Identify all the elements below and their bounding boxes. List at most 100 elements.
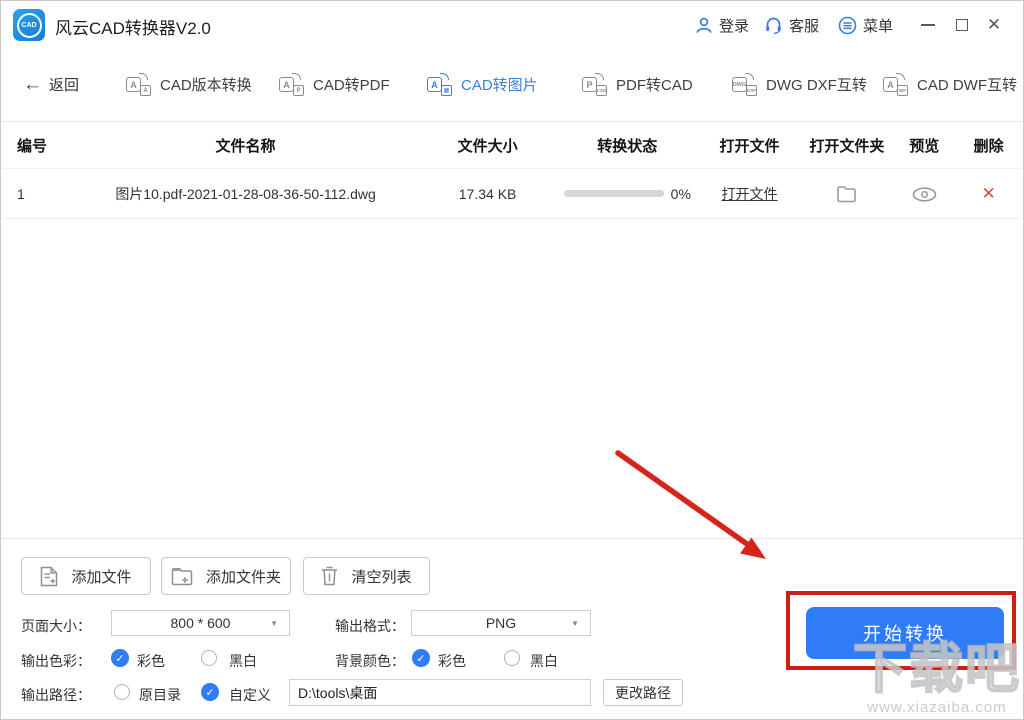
check-icon: ✓ bbox=[115, 652, 125, 665]
preview-eye-icon[interactable] bbox=[912, 187, 937, 202]
tab-cad-version-convert[interactable]: A A CAD版本转换 bbox=[126, 49, 252, 120]
clear-list-label: 清空列表 bbox=[351, 568, 412, 586]
cad-dwf-convert-icon: A WF bbox=[883, 73, 908, 96]
row-filesize: 17.34 KB bbox=[458, 185, 517, 202]
close-icon: ✕ bbox=[986, 15, 1002, 34]
clear-list-button[interactable]: 清空列表 bbox=[303, 557, 430, 595]
trash-icon bbox=[322, 566, 338, 586]
output-path-label: 输出路径： bbox=[21, 687, 91, 703]
maximize-icon bbox=[956, 19, 968, 31]
cad-to-pdf-icon: A P bbox=[279, 73, 304, 96]
back-label: 返回 bbox=[49, 77, 80, 94]
delete-row-icon[interactable]: ✕ bbox=[981, 184, 995, 203]
tab-bar: ← 返回 A A CAD版本转换 A P CAD转PDF A ▦ CAD转图片 … bbox=[1, 49, 1023, 169]
output-color-bw-radio[interactable] bbox=[201, 650, 217, 666]
output-color-color-radio[interactable]: ✓ bbox=[111, 649, 129, 667]
file-plus-icon bbox=[41, 566, 58, 586]
service-label: 客服 bbox=[789, 17, 820, 35]
check-icon: ✓ bbox=[416, 652, 426, 665]
header-status: 转换状态 bbox=[597, 138, 658, 155]
open-file-link[interactable]: 打开文件 bbox=[722, 186, 778, 202]
login-label: 登录 bbox=[719, 17, 750, 35]
row-status: 0% bbox=[555, 186, 700, 202]
table-header: 编号 文件名称 文件大小 转换状态 打开文件 打开文件夹 预览 删除 bbox=[1, 123, 1023, 169]
bg-color-label: 背景颜色： bbox=[335, 653, 405, 669]
minimize-icon bbox=[921, 24, 935, 26]
page-size-label: 页面大小： bbox=[21, 618, 91, 634]
change-path-button[interactable]: 更改路径 bbox=[603, 679, 683, 706]
tab-label: CAD转图片 bbox=[461, 77, 538, 94]
menu-icon bbox=[838, 16, 857, 34]
page-size-value: 800 * 600 bbox=[170, 615, 231, 631]
title-bar: CAD 风云CAD转换器V2.0 登录 客服 菜单 ✕ bbox=[1, 1, 1023, 50]
change-path-label: 更改路径 bbox=[615, 684, 671, 701]
tab-cad-dwf-convert[interactable]: A WF CAD DWF互转 bbox=[883, 49, 1017, 120]
tab-pdf-to-cad[interactable]: P CAD PDF转CAD bbox=[582, 49, 693, 120]
bg-color-color-radio[interactable]: ✓ bbox=[412, 649, 430, 667]
tab-label: DWG DXF互转 bbox=[766, 77, 867, 94]
maximize-button[interactable] bbox=[947, 1, 977, 49]
start-convert-button[interactable]: 开始转换 bbox=[806, 607, 1004, 659]
app-logo-icon: CAD bbox=[13, 9, 45, 41]
tab-label: CAD版本转换 bbox=[160, 77, 252, 94]
add-folder-label: 添加文件夹 bbox=[205, 568, 281, 586]
check-icon: ✓ bbox=[205, 686, 215, 699]
header-id: 编号 bbox=[17, 138, 48, 155]
add-file-label: 添加文件 bbox=[71, 568, 132, 586]
output-path-original-radio[interactable] bbox=[114, 684, 130, 700]
menu-label: 菜单 bbox=[863, 17, 894, 35]
row-filename: 图片10.pdf-2021-01-28-08-36-50-112.dwg bbox=[115, 185, 376, 202]
user-icon bbox=[696, 17, 712, 33]
tab-label: PDF转CAD bbox=[616, 77, 693, 94]
back-arrow-icon: ← bbox=[23, 73, 42, 95]
header-open-file: 打开文件 bbox=[719, 138, 780, 155]
open-folder-icon[interactable] bbox=[836, 185, 857, 203]
menu-button[interactable]: 菜单 bbox=[838, 1, 893, 49]
header-filesize: 文件大小 bbox=[457, 138, 518, 155]
cad-to-image-icon: A ▦ bbox=[427, 73, 452, 96]
output-path-input[interactable] bbox=[289, 679, 591, 706]
tab-cad-to-pdf[interactable]: A P CAD转PDF bbox=[279, 49, 390, 120]
page-size-select[interactable]: 800 * 600 ▼ bbox=[111, 610, 290, 636]
chevron-down-icon: ▼ bbox=[270, 619, 278, 628]
output-color-bw-option[interactable]: 黑白 bbox=[229, 651, 257, 671]
tab-cad-to-image[interactable]: A ▦ CAD转图片 bbox=[427, 49, 538, 120]
header-preview: 预览 bbox=[909, 138, 940, 155]
app-title: 风云CAD转换器V2.0 bbox=[55, 19, 211, 38]
tab-label: CAD转PDF bbox=[313, 77, 390, 94]
header-delete: 删除 bbox=[973, 138, 1004, 155]
start-convert-label: 开始转换 bbox=[863, 624, 947, 644]
header-filename: 文件名称 bbox=[215, 138, 276, 155]
progress-bar bbox=[563, 190, 664, 197]
output-path-custom-radio[interactable]: ✓ bbox=[201, 683, 219, 701]
service-button[interactable]: 客服 bbox=[764, 1, 819, 49]
bg-color-bw-radio[interactable] bbox=[504, 650, 520, 666]
cad-version-convert-icon: A A bbox=[126, 73, 151, 96]
row-id: 1 bbox=[17, 185, 25, 202]
progress-percent: 0% bbox=[670, 185, 691, 202]
table-row: 1 图片10.pdf-2021-01-28-08-36-50-112.dwg 1… bbox=[1, 169, 1023, 219]
folder-plus-icon bbox=[171, 567, 193, 585]
header-open-folder: 打开文件夹 bbox=[809, 138, 885, 155]
headset-icon bbox=[766, 17, 781, 34]
output-color-color-option[interactable]: 彩色 bbox=[137, 651, 165, 671]
output-path-custom-option[interactable]: 自定义 bbox=[229, 685, 271, 705]
add-folder-button[interactable]: 添加文件夹 bbox=[161, 557, 291, 595]
app-window: CAD 风云CAD转换器V2.0 登录 客服 菜单 ✕ ← 返回 A A CAD… bbox=[0, 0, 1024, 720]
output-format-select[interactable]: PNG ▼ bbox=[411, 610, 591, 636]
chevron-down-icon: ▼ bbox=[571, 619, 579, 628]
bg-color-color-option[interactable]: 彩色 bbox=[438, 651, 466, 671]
output-color-label: 输出色彩： bbox=[21, 653, 91, 669]
output-path-original-option[interactable]: 原目录 bbox=[139, 685, 181, 705]
back-button[interactable]: ← 返回 bbox=[23, 49, 79, 120]
bg-color-bw-option[interactable]: 黑白 bbox=[530, 651, 558, 671]
dwg-dxf-convert-icon: DWG DXF bbox=[732, 73, 757, 96]
tab-label: CAD DWF互转 bbox=[917, 77, 1017, 94]
output-format-value: PNG bbox=[485, 615, 517, 631]
minimize-button[interactable] bbox=[913, 1, 943, 49]
login-button[interactable]: 登录 bbox=[695, 1, 749, 49]
add-file-button[interactable]: 添加文件 bbox=[21, 557, 151, 595]
close-button[interactable]: ✕ bbox=[979, 1, 1009, 49]
tab-dwg-dxf-convert[interactable]: DWG DXF DWG DXF互转 bbox=[732, 49, 867, 120]
output-format-label: 输出格式： bbox=[335, 618, 405, 634]
